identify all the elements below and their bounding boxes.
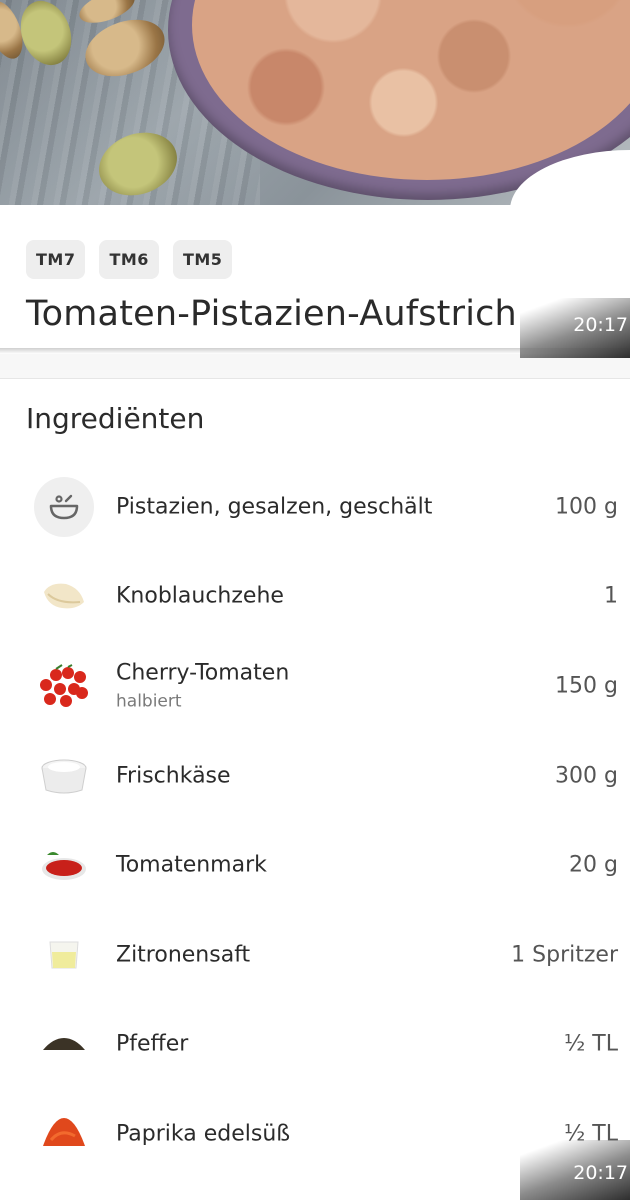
- garlic-icon: [34, 566, 94, 626]
- ingredient-quantity: 300 g: [555, 763, 618, 789]
- device-tags: TM7 TM6 TM5: [26, 240, 233, 279]
- ingredients-heading: Ingrediënten: [26, 402, 205, 435]
- ingredient-name: Pistazien, gesalzen, geschält: [116, 494, 433, 520]
- ingredient-name-text: Cherry-Tomaten: [116, 660, 290, 686]
- ingredient-name: Tomatenmark: [116, 852, 267, 878]
- ingredient-name: Paprika edelsüß: [116, 1121, 291, 1147]
- ingredient-quantity: 1 Spritzer: [511, 942, 618, 968]
- status-time: 20:17: [573, 1162, 628, 1184]
- ingredient-row[interactable]: Cherry-Tomaten halbiert 150 g: [0, 641, 630, 731]
- recipe-title: Tomaten-Pistazien-Aufstrich: [26, 294, 517, 334]
- ingredient-quantity: ½ TL: [563, 1031, 618, 1057]
- cherry-tomatoes-icon: [34, 656, 94, 716]
- tomato-paste-icon: [34, 835, 94, 895]
- bowl-icon: [34, 476, 94, 537]
- ingredients-list: Pistazien, gesalzen, geschält 100 g Knob…: [0, 462, 630, 1179]
- tag-tm7[interactable]: TM7: [26, 240, 86, 279]
- ingredient-name: Cherry-Tomaten halbiert: [116, 660, 289, 711]
- ingredient-row[interactable]: Tomatenmark 20 g: [0, 820, 630, 910]
- paprika-icon: [34, 1104, 94, 1164]
- ingredient-name: Knoblauchzehe: [116, 583, 284, 609]
- ingredient-quantity: 1: [604, 583, 618, 609]
- ingredient-row[interactable]: Knoblauchzehe 1: [0, 552, 630, 642]
- tag-tm6[interactable]: TM6: [99, 240, 159, 279]
- ingredient-name: Pfeffer: [116, 1031, 189, 1057]
- ingredient-row[interactable]: Pistazien, gesalzen, geschält 100 g: [0, 462, 630, 552]
- cream-cheese-icon: [34, 746, 94, 806]
- ingredient-row[interactable]: Frischkäse 300 g: [0, 731, 630, 821]
- pepper-icon: [34, 1014, 94, 1074]
- ingredient-row[interactable]: Pfeffer ½ TL: [0, 1000, 630, 1090]
- ingredient-row[interactable]: Zitronensaft 1 Spritzer: [0, 910, 630, 1000]
- ingredient-quantity: 150 g: [555, 673, 618, 699]
- tag-tm5[interactable]: TM5: [172, 240, 233, 279]
- ingredient-note: halbiert: [116, 691, 182, 712]
- recipe-hero-image: [0, 0, 630, 205]
- lemon-juice-icon: [34, 925, 94, 985]
- ingredient-name: Zitronensaft: [116, 942, 251, 968]
- status-time: 20:17: [573, 314, 628, 336]
- ingredient-name: Frischkäse: [116, 763, 231, 789]
- ingredient-quantity: 100 g: [555, 494, 618, 520]
- ingredient-quantity: 20 g: [569, 852, 618, 878]
